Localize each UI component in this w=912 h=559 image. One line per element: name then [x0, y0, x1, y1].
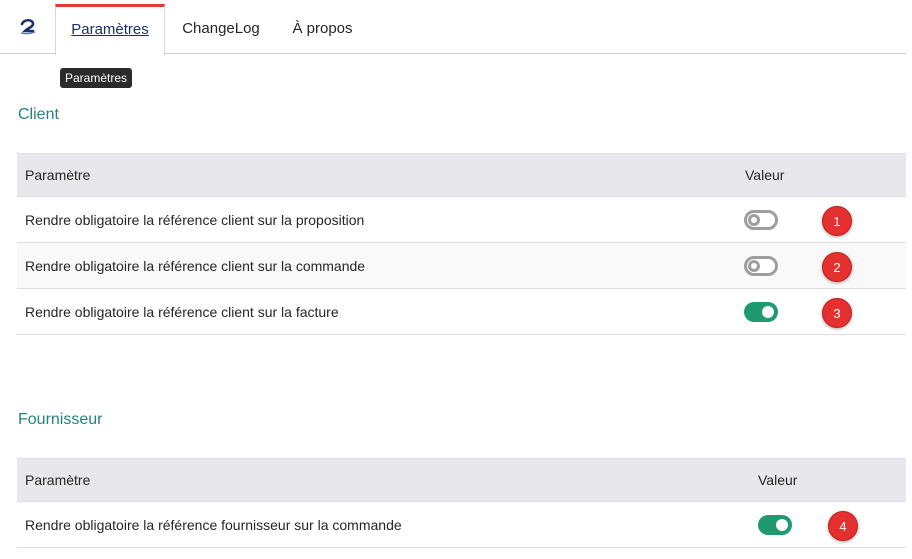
header-value: Valeur: [758, 472, 798, 488]
toggle-switch-fournisseur-commande[interactable]: [758, 515, 792, 535]
row-label: Rendre obligatoire la référence client s…: [25, 304, 339, 320]
header-param: Paramètre: [25, 472, 91, 488]
toggle-knob: [748, 260, 760, 272]
header-value: Valeur: [745, 167, 785, 183]
annotation-badge: 3: [822, 298, 852, 328]
annotation-badge: 1: [822, 206, 852, 236]
module-logo-icon[interactable]: [16, 16, 40, 40]
annotation-badge: 4: [828, 511, 858, 541]
toggle-knob: [776, 519, 788, 531]
tab-changelog[interactable]: ChangeLog: [166, 4, 276, 54]
toggle-switch-facture[interactable]: [744, 302, 778, 322]
toggle-knob: [762, 306, 774, 318]
fournisseur-settings-table: Paramètre Valeur Rendre obligatoire la r…: [17, 458, 906, 548]
annotation-badge: 2: [822, 252, 852, 282]
tab-parametres[interactable]: Paramètres: [55, 4, 165, 55]
table-row: Rendre obligatoire la référence client s…: [17, 289, 906, 335]
row-label: Rendre obligatoire la référence client s…: [25, 258, 366, 274]
toggle-switch-commande[interactable]: [744, 256, 778, 276]
table-header: Paramètre Valeur: [17, 458, 906, 502]
tooltip: Paramètres: [60, 68, 133, 88]
tab-bar: Paramètres ChangeLog À propos: [0, 0, 906, 55]
tab-parametres-label: Paramètres: [71, 21, 149, 38]
table-row: Rendre obligatoire la référence client s…: [17, 197, 906, 243]
header-param: Paramètre: [25, 167, 91, 183]
table-header: Paramètre Valeur: [17, 153, 906, 197]
tab-a-propos[interactable]: À propos: [280, 4, 365, 54]
section-title-fournisseur: Fournisseur: [18, 411, 103, 428]
client-settings-table: Paramètre Valeur Rendre obligatoire la r…: [17, 153, 906, 335]
table-row: Rendre obligatoire la référence fourniss…: [17, 502, 906, 548]
row-label: Rendre obligatoire la référence fourniss…: [25, 517, 402, 533]
toggle-switch-proposition[interactable]: [744, 210, 778, 230]
toggle-knob: [748, 214, 760, 226]
section-title-client: Client: [18, 106, 59, 123]
table-row: Rendre obligatoire la référence client s…: [17, 243, 906, 289]
row-label: Rendre obligatoire la référence client s…: [25, 212, 365, 228]
